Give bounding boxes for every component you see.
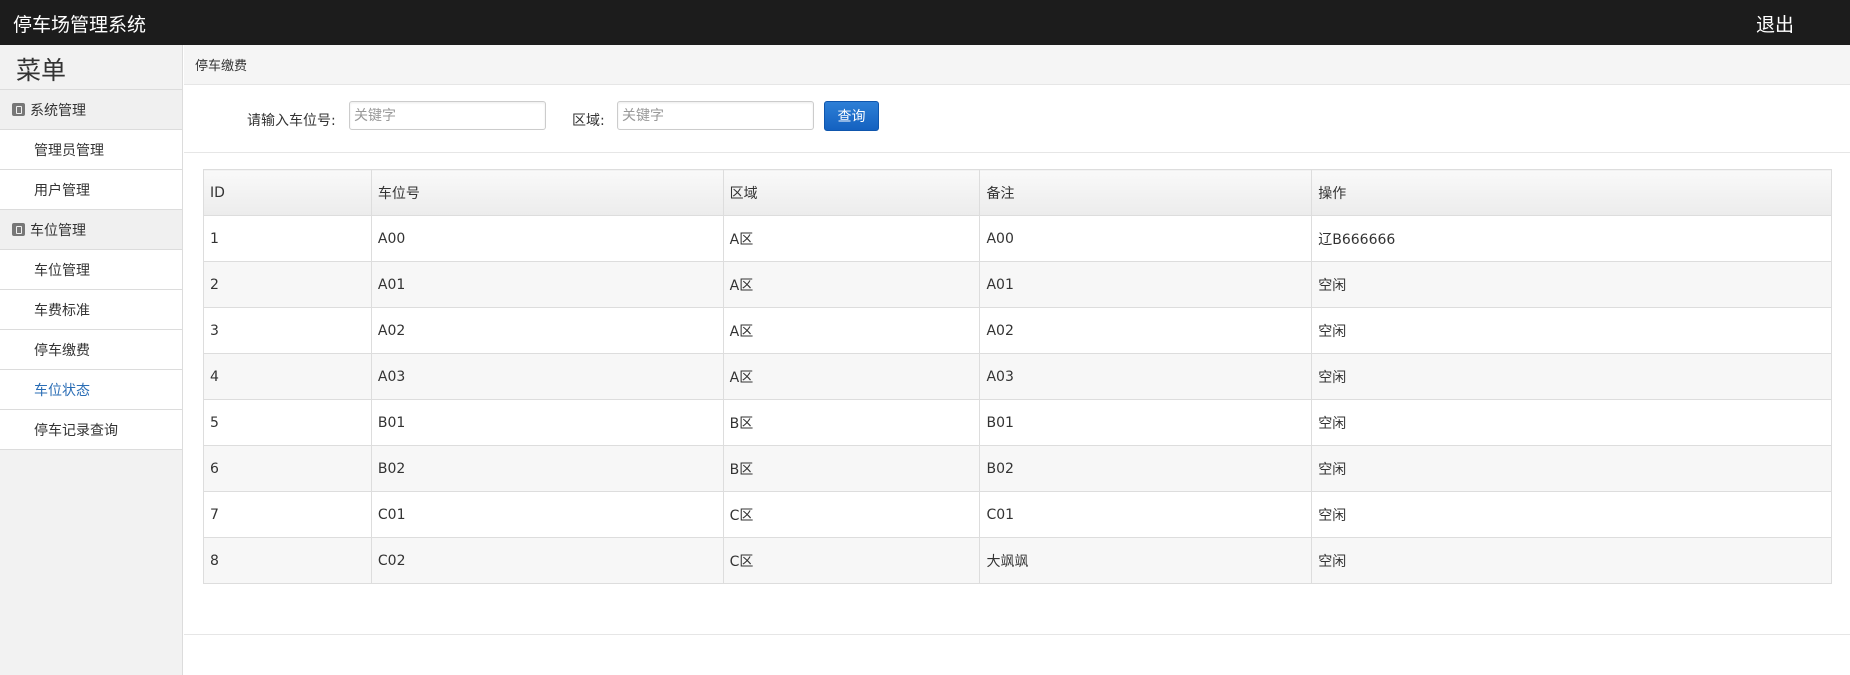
- app-title: 停车场管理系统: [13, 14, 147, 36]
- table-cell: C02: [370, 537, 724, 584]
- sidebar-item-space-status[interactable]: 车位状态: [0, 370, 182, 410]
- table-cell: 4: [203, 353, 372, 400]
- table-row: 3 A02 A区 A02 空闲: [203, 307, 1832, 354]
- sidebar-group-parking[interactable]: 车位管理: [0, 210, 182, 250]
- space-number-input[interactable]: [349, 101, 546, 130]
- book-icon: [12, 223, 25, 236]
- table-cell: C01: [979, 491, 1313, 538]
- sidebar-group-label: 系统管理: [30, 102, 86, 119]
- table-cell: 空闲: [1311, 353, 1832, 400]
- table-row: 8 C02 C区 大飒飒 空闲: [203, 537, 1832, 584]
- table-cell: B区: [722, 445, 981, 492]
- query-button[interactable]: 查询: [824, 101, 879, 131]
- sidebar: 菜单 系统管理 管理员管理 用户管理 车位管理 车位管理 车费标准 停车缴费 车…: [0, 45, 183, 675]
- table-cell: 1: [203, 215, 372, 262]
- table-cell: A03: [979, 353, 1313, 400]
- table-cell: 空闲: [1311, 445, 1832, 492]
- sidebar-group-system[interactable]: 系统管理: [0, 90, 182, 130]
- table-row: 4 A03 A区 A03 空闲: [203, 353, 1832, 400]
- table-cell: 3: [203, 307, 372, 354]
- column-header-id: ID: [203, 169, 372, 216]
- table-header-row: ID 车位号 区域 备注 操作: [203, 169, 1832, 216]
- table-row: 2 A01 A区 A01 空闲: [203, 261, 1832, 308]
- book-icon: [12, 103, 25, 116]
- table-cell: B02: [370, 445, 724, 492]
- table-cell: 空闲: [1311, 399, 1832, 446]
- area-input[interactable]: [617, 101, 814, 130]
- table-cell: 7: [203, 491, 372, 538]
- table-cell: 6: [203, 445, 372, 492]
- area-label: 区域:: [572, 113, 605, 129]
- sidebar-item-user-management[interactable]: 用户管理: [0, 170, 182, 210]
- space-number-label: 请输入车位号:: [247, 113, 336, 129]
- table-cell: C01: [370, 491, 724, 538]
- table-row: 6 B02 B区 B02 空闲: [203, 445, 1832, 492]
- sidebar-item-parking-payment[interactable]: 停车缴费: [0, 330, 182, 370]
- table-cell: 5: [203, 399, 372, 446]
- column-header-action: 操作: [1311, 169, 1832, 216]
- top-bar: 停车场管理系统 退出: [0, 0, 1850, 45]
- table-cell: A00: [979, 215, 1313, 262]
- table-cell: 2: [203, 261, 372, 308]
- table-cell: 空闲: [1311, 307, 1832, 354]
- table-cell: B01: [370, 399, 724, 446]
- breadcrumb-current: 停车缴费: [195, 59, 248, 74]
- table-cell: C区: [722, 537, 981, 584]
- table-cell: A00: [370, 215, 724, 262]
- breadcrumb: 停车缴费: [184, 45, 1850, 85]
- sidebar-item-parking-records[interactable]: 停车记录查询: [0, 410, 182, 450]
- column-header-space-number: 车位号: [370, 169, 724, 216]
- table-cell: C区: [722, 491, 981, 538]
- table-cell: A02: [370, 307, 724, 354]
- sidebar-item-space-management[interactable]: 车位管理: [0, 250, 182, 290]
- table-cell: B01: [979, 399, 1313, 446]
- table-cell: 空闲: [1311, 537, 1832, 584]
- table-cell: 空闲: [1311, 491, 1832, 538]
- table-cell: A区: [722, 261, 981, 308]
- divider: [184, 634, 1850, 635]
- table-cell: A区: [722, 353, 981, 400]
- table-cell: A02: [979, 307, 1313, 354]
- table-cell: B区: [722, 399, 981, 446]
- table-cell: 8: [203, 537, 372, 584]
- column-header-remark: 备注: [979, 169, 1313, 216]
- search-bar: 请输入车位号: 区域: 查询: [184, 85, 1850, 153]
- table-cell: 大飒飒: [979, 537, 1313, 584]
- table-cell: 辽B666666: [1311, 215, 1832, 262]
- table-cell: A区: [722, 215, 981, 262]
- table-cell: B02: [979, 445, 1313, 492]
- column-header-area: 区域: [722, 169, 981, 216]
- sidebar-item-admin-management[interactable]: 管理员管理: [0, 130, 182, 170]
- menu-title: 菜单: [0, 45, 182, 90]
- table-cell: A01: [979, 261, 1313, 308]
- table-cell: 空闲: [1311, 261, 1832, 308]
- table-row: 1 A00 A区 A00 辽B666666: [203, 215, 1832, 262]
- parking-space-table: ID 车位号 区域 备注 操作 1 A00 A区 A00 辽B666666 2 …: [203, 169, 1832, 584]
- sidebar-group-label: 车位管理: [30, 222, 86, 239]
- logout-link[interactable]: 退出: [1756, 10, 1794, 37]
- main-content: 停车缴费 请输入车位号: 区域: 查询 ID 车位号 区域 备注 操作 1 A0…: [184, 45, 1850, 675]
- table-cell: A01: [370, 261, 724, 308]
- table-cell: A03: [370, 353, 724, 400]
- table-row: 7 C01 C区 C01 空闲: [203, 491, 1832, 538]
- sidebar-item-fee-standard[interactable]: 车费标准: [0, 290, 182, 330]
- table-row: 5 B01 B区 B01 空闲: [203, 399, 1832, 446]
- table-cell: A区: [722, 307, 981, 354]
